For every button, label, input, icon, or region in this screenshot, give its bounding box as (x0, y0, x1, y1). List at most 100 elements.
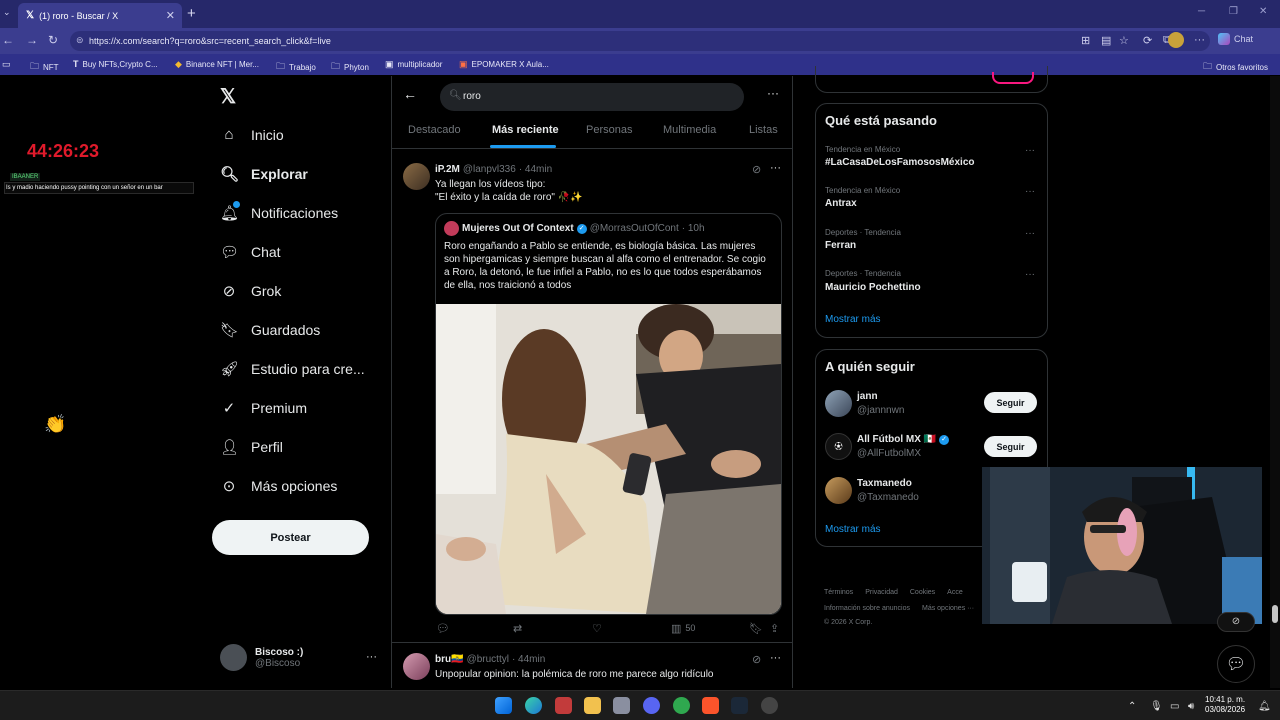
tweet-time[interactable]: · 44min (519, 164, 552, 175)
tab-close-icon[interactable]: ✕ (166, 9, 175, 22)
bookmark-multiplicador[interactable]: ▣ multiplicador (385, 59, 442, 70)
follow-avatar[interactable]: ⚽︎ (825, 433, 852, 460)
apps-icon[interactable]: ⊞ (1081, 34, 1090, 47)
tab-multimedia[interactable]: Multimedia (663, 124, 716, 136)
trend-more-icon[interactable]: ··· (1025, 269, 1035, 280)
account-more-icon[interactable]: ··· (366, 651, 377, 663)
discord-icon[interactable] (643, 697, 660, 714)
nav-premium[interactable]: ✓ Premium (220, 399, 307, 417)
extensions-icon[interactable]: ⟳ (1143, 34, 1152, 47)
nav-chat[interactable]: 💬︎ Chat (220, 243, 281, 261)
brave-icon[interactable] (702, 697, 719, 714)
trend-more-icon[interactable]: ··· (1025, 186, 1035, 197)
footer-link-terminos[interactable]: Términos (824, 589, 853, 596)
footer-link-mas-opciones[interactable]: Más opciones ··· (922, 605, 974, 612)
bookmark-binance[interactable]: ◆ Binance NFT | Mer... (175, 59, 259, 70)
repost-icon[interactable]: ⇄ (513, 622, 522, 635)
post-button[interactable]: Postear (212, 520, 369, 555)
grok-explain-icon[interactable]: ⊘ (752, 653, 761, 666)
tab-personas[interactable]: Personas (586, 124, 632, 136)
quote-media-photo[interactable] (436, 304, 781, 614)
steam-icon[interactable] (731, 697, 748, 714)
file-explorer-icon[interactable] (584, 697, 601, 714)
xbox-icon[interactable] (673, 697, 690, 714)
volume-icon[interactable]: 🔊︎ (1188, 701, 1194, 712)
scrollbar-thumb[interactable] (1272, 605, 1278, 623)
follow-button[interactable]: Seguir (984, 392, 1037, 413)
x-logo-icon[interactable]: 𝕏 (220, 84, 236, 109)
share-icon[interactable]: ⇪ (770, 622, 779, 635)
tweet-author-name[interactable]: iP.2M (435, 164, 460, 175)
trend-item[interactable]: Mauricio Pochettino (825, 282, 921, 293)
trends-show-more[interactable]: Mostrar más (825, 314, 881, 325)
tab-destacado[interactable]: Destacado (408, 124, 461, 136)
nav-grok[interactable]: ⊘ Grok (220, 282, 282, 300)
start-windows-icon[interactable] (495, 697, 512, 714)
bookmark-action-icon[interactable]: 🔖︎ (749, 622, 763, 635)
footer-link-anuncios[interactable]: Información sobre anuncios (824, 605, 910, 612)
copilot-chat-button[interactable]: Chat (1218, 33, 1253, 45)
nav-guardados[interactable]: 🔖︎ Guardados (220, 321, 320, 339)
tab-list-chevron-icon[interactable]: ⌄ (3, 7, 11, 18)
bookmark-toggle-icon[interactable]: ▭ (2, 59, 11, 70)
reader-icon[interactable]: ▤ (1101, 34, 1111, 47)
taskbar-clock[interactable]: 10:41 p. m. 03/08/2026 (1205, 695, 1245, 715)
grok-explain-icon[interactable]: ⊘ (752, 163, 761, 176)
tray-chevron-icon[interactable]: ⌃ (1128, 701, 1136, 712)
mic-icon[interactable]: 🎙︎ (1150, 701, 1163, 712)
page-scrollbar[interactable] (1270, 76, 1280, 688)
tab-listas[interactable]: Listas (749, 124, 778, 136)
footer-link-cookies[interactable]: Cookies (910, 589, 935, 596)
favorite-star-icon[interactable]: ☆ (1119, 34, 1129, 47)
new-tab-icon[interactable]: + (187, 5, 196, 22)
footer-link-privacidad[interactable]: Privacidad (865, 589, 898, 596)
bookmark-phyton[interactable]: 🗀 Phyton (331, 59, 369, 75)
tab-mas-reciente[interactable]: Más reciente (492, 124, 559, 136)
bookmark-trabajo[interactable]: 🗀 Trabajo (276, 59, 316, 75)
follow-name[interactable]: Taxmanedo (857, 478, 912, 489)
browser-tab[interactable]: 𝕏 (1) roro - Buscar / X ✕ (18, 3, 182, 28)
follow-handle[interactable]: @Taxmanedo (857, 492, 919, 503)
trend-item[interactable]: Antrax (825, 198, 857, 209)
profile-avatar[interactable] (1168, 32, 1184, 48)
app-icon[interactable] (555, 697, 572, 714)
follow-name[interactable]: All Fútbol MX 🇲🇽 (857, 434, 936, 445)
search-options-icon[interactable]: ··· (767, 86, 779, 100)
browser-menu-icon[interactable]: ··· (1194, 34, 1205, 46)
tweet-author-handle[interactable]: @lanpvl336 (463, 164, 516, 175)
nav-explorar[interactable]: 🔍︎ Explorar (220, 165, 308, 183)
tweet-author-handle[interactable]: @bructtyl (467, 654, 509, 665)
tweet-author-name[interactable]: bru🇪🇨 (435, 654, 464, 665)
follow-handle[interactable]: @AllFutbolMX (857, 448, 921, 459)
trend-item[interactable]: #LaCasaDeLosFamososMéxico (825, 157, 975, 168)
restore-icon[interactable]: ❐ (1229, 6, 1238, 17)
app-icon[interactable] (613, 697, 630, 714)
network-icon[interactable]: ▭ (1170, 701, 1179, 712)
nav-perfil[interactable]: 👤︎ Perfil (220, 438, 283, 456)
follow-show-more[interactable]: Mostrar más (825, 524, 881, 535)
back-icon[interactable]: ← (2, 33, 14, 47)
views-stat[interactable]: ▥ 50 (671, 622, 695, 635)
like-icon[interactable]: ♡ (592, 622, 602, 635)
trend-more-icon[interactable]: ··· (1025, 228, 1035, 239)
footer-link-accesibilidad[interactable]: Acce (947, 589, 963, 596)
trend-more-icon[interactable]: ··· (1025, 145, 1035, 156)
tweet-avatar[interactable] (403, 163, 430, 190)
bookmark-epomaker[interactable]: ▣ EPOMAKER X Aula... (459, 59, 549, 70)
messages-fab[interactable]: 💬︎ (1217, 645, 1255, 683)
notification-icon[interactable]: 🔔︎ (1258, 701, 1271, 712)
address-bar[interactable]: ⊜ https://x.com/search?q=roro&src=recent… (70, 31, 1210, 51)
forward-icon[interactable]: → (26, 33, 38, 47)
follow-avatar[interactable] (825, 477, 852, 504)
nav-inicio[interactable]: ⌂ Inicio (220, 126, 283, 143)
edge-icon[interactable] (525, 697, 542, 714)
other-bookmarks[interactable]: 🗀 Otros favoritos (1203, 59, 1268, 75)
tweet-time[interactable]: · 44min (512, 654, 545, 665)
back-arrow-icon[interactable]: ← (403, 86, 417, 102)
account-switcher[interactable]: Biscoso :) @Biscoso (220, 644, 303, 671)
reload-icon[interactable]: ↻ (48, 33, 58, 47)
minimize-icon[interactable]: ─ (1198, 6, 1205, 17)
bookmark-nft[interactable]: 🗀 NFT (30, 59, 59, 75)
follow-name[interactable]: jann (857, 391, 878, 402)
grok-fab[interactable]: ⊘ (1217, 612, 1255, 632)
